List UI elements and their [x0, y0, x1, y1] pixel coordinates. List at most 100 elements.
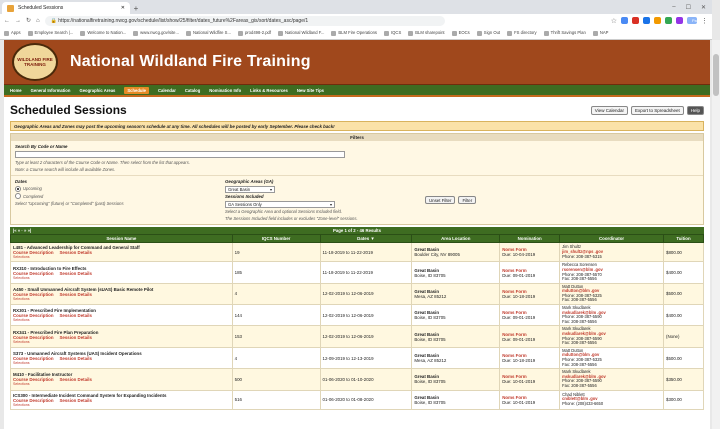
bookmark-item[interactable]: National Wildland F...	[278, 30, 324, 35]
bookmark-item[interactable]: NAP	[593, 30, 609, 35]
session-details-link[interactable]: Session Details	[60, 313, 92, 318]
nav-item-geographic-areas[interactable]: Geographic Areas	[79, 88, 115, 93]
session-details-link[interactable]: Session Details	[60, 335, 92, 340]
search-hint: Type at least 2 characters of the Course…	[15, 160, 190, 165]
nomination-cell: Noms Form Due: 09-01-2019	[499, 261, 561, 284]
session-cell: S373 - Unmanned Aircraft Systems (UAS) I…	[10, 346, 233, 370]
area-location: Boise, ID 83705	[414, 399, 446, 405]
bookmark-item[interactable]: IQCS	[384, 30, 401, 35]
session-details-link[interactable]: Session Details	[60, 250, 92, 255]
scrollbar-thumb[interactable]	[713, 54, 719, 96]
session-details-link[interactable]: Session Details	[60, 292, 92, 297]
extension-icon[interactable]	[676, 17, 683, 24]
menu-icon[interactable]: ⋮	[701, 17, 708, 25]
coordinator-fax: Fax: 208-387-5556	[562, 382, 597, 388]
session-details-link[interactable]: Session Details	[60, 377, 92, 382]
bookmark-item[interactable]: National Wildfire S...	[186, 30, 231, 35]
browser-tab[interactable]: Scheduled Sessions ✕	[2, 2, 130, 14]
selections-link[interactable]: Selections	[13, 382, 230, 386]
course-description-link[interactable]: Course Description	[13, 271, 54, 276]
bookmark-item[interactable]: Thrift Savings Plan	[544, 30, 586, 35]
radio-completed[interactable]: Completed	[15, 193, 215, 199]
course-description-link[interactable]: Course Description	[13, 398, 54, 403]
nav-item-schedule[interactable]: Schedule	[124, 86, 149, 94]
reload-icon[interactable]: ↻	[26, 17, 31, 24]
session-details-link[interactable]: Session Details	[60, 398, 92, 403]
course-description-link[interactable]: Course Description	[13, 335, 54, 340]
column-header[interactable]: Dates ▼	[319, 234, 413, 244]
nav-item-home[interactable]: Home	[10, 88, 22, 93]
selections-link[interactable]: Selections	[13, 255, 230, 259]
extension-icon[interactable]	[621, 17, 628, 24]
ga-select[interactable]: Great Basin	[225, 185, 275, 193]
nav-item-general-information[interactable]: General Information	[31, 88, 71, 93]
selections-link[interactable]: Selections	[13, 297, 230, 301]
bookmark-item[interactable]: Apps	[4, 30, 21, 35]
forward-icon[interactable]: →	[15, 18, 21, 24]
iqcs-number: 185	[231, 261, 321, 284]
site-page: WILDLAND FIRE TRAINING National Wildland…	[4, 40, 710, 429]
bookmark-item[interactable]: FS directory	[507, 30, 537, 35]
search-input[interactable]	[15, 151, 345, 158]
nav-item-new-site-tips[interactable]: New Site Tips	[297, 88, 324, 93]
nav-item-calendar[interactable]: Calendar	[158, 88, 176, 93]
page-scrollbar[interactable]	[712, 40, 720, 429]
bookmark-item[interactable]: prod498-2.pdf	[238, 30, 271, 35]
nomination-due: Due: 10-01-2019	[502, 379, 536, 385]
extension-icon[interactable]	[654, 17, 661, 24]
star-icon[interactable]: ☆	[611, 17, 617, 25]
selections-link[interactable]: Selections	[13, 361, 230, 365]
nomination-cell: Noms Form Due: 10-04-2019	[499, 242, 561, 263]
ga-hint-2: The Sessions Included field includes or …	[225, 216, 358, 222]
close-window-icon[interactable]: ✕	[701, 4, 706, 11]
maximize-icon[interactable]: ☐	[686, 4, 691, 11]
area-location: Boise, ID 83705	[414, 272, 446, 278]
coordinator-cell: Mark Skudlarek mskudlarek@blm .gov Phone: …	[559, 325, 664, 348]
url-bar[interactable]: 🔒 https://nationalfiretraining.nwcg.gov/…	[44, 15, 445, 26]
selections-link[interactable]: Selections	[13, 340, 230, 344]
minimize-icon[interactable]: –	[672, 4, 675, 11]
bookmark-item[interactable]: www.nwcg.gov/site...	[133, 30, 179, 35]
nav-item-catalog[interactable]: Catalog	[185, 88, 200, 93]
help-button[interactable]: Help	[686, 105, 704, 115]
session-dates: 11-18-2019 to 11-22-2019	[319, 242, 413, 263]
extension-icon[interactable]	[643, 17, 650, 24]
nav-item-links-resources[interactable]: Links & Resources	[250, 88, 288, 93]
bookmark-item[interactable]: EOCs	[452, 30, 470, 35]
pager-bar: |« « · » »| Page 1 of 2 - 46 Results	[10, 227, 704, 235]
session-details-link[interactable]: Session Details	[60, 356, 92, 361]
back-icon[interactable]: ←	[4, 18, 10, 24]
nav-item-nomination-info[interactable]: Nomination Info	[209, 88, 241, 93]
bookmark-item[interactable]: BLM Fire Operations	[331, 30, 377, 35]
radio-upcoming[interactable]: Upcoming	[15, 186, 215, 192]
selections-link[interactable]: Selections	[13, 403, 230, 407]
sessions-select[interactable]: GA Sessions Only	[225, 200, 335, 208]
new-tab-icon[interactable]: +	[130, 2, 142, 14]
home-icon[interactable]: ⌂	[36, 18, 40, 24]
sessions-label: Sessions Included	[225, 194, 264, 200]
session-dates: 01-06-2020 to 01-08-2020	[319, 389, 413, 410]
bookmark-item[interactable]: Welcome to Nation...	[80, 30, 126, 35]
view-calendar-button[interactable]: View Calendar	[590, 105, 628, 115]
dates-group: Dates Upcoming Completed Select "Upcomin…	[15, 179, 215, 221]
unset-filter-button[interactable]: Unset Filter	[425, 196, 456, 205]
profile-button[interactable]: Paused	[687, 17, 706, 24]
iqcs-number: 153	[231, 325, 321, 348]
filter-button[interactable]: Filter	[458, 196, 477, 205]
area-location: Mesa, AZ 85212	[414, 293, 447, 299]
bookmark-item[interactable]: BLM sharepoint	[408, 30, 444, 35]
close-tab-icon[interactable]: ✕	[121, 5, 125, 11]
selections-link[interactable]: Selections	[13, 318, 230, 322]
nomination-cell: Noms Form Due: 09-01-2019	[499, 304, 561, 327]
bookmarks-bar: Apps Employee Search |... Welcome to Natio…	[0, 27, 712, 40]
extension-icon[interactable]	[665, 17, 672, 24]
selections-link[interactable]: Selections	[13, 276, 230, 280]
session-details-link[interactable]: Session Details	[60, 271, 92, 276]
bookmark-item[interactable]: Employee Search |...	[28, 30, 74, 35]
bookmark-item[interactable]: Sign Out	[477, 30, 500, 35]
extension-icon[interactable]	[632, 17, 639, 24]
export-spreadsheet-button[interactable]: Export to Spreadsheet	[630, 105, 684, 115]
tab-bar: Scheduled Sessions ✕ + – ☐ ✕	[0, 0, 712, 14]
session-dates: 11-18-2019 to 11-22-2019	[319, 261, 413, 284]
site-logo[interactable]: WILDLAND FIRE TRAINING	[12, 43, 58, 81]
